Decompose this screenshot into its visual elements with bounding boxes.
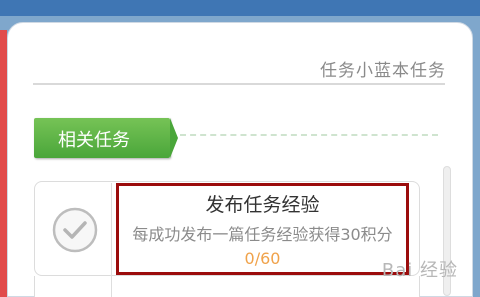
window-top-bar [0,0,480,16]
panel-title: 任务小蓝本任务 [320,61,446,81]
task-card-continuation [34,276,420,297]
title-divider [33,83,445,85]
section-dashed-divider [180,134,438,136]
card-divider [111,183,112,297]
check-circle-icon [52,207,98,253]
watermark-text: Bai 经验 [381,260,458,281]
highlight-annotation-box [116,183,409,275]
left-accent-strip [0,30,7,297]
section-tab-label: 相关任务 [58,130,130,151]
section-tab-fold [170,118,178,158]
